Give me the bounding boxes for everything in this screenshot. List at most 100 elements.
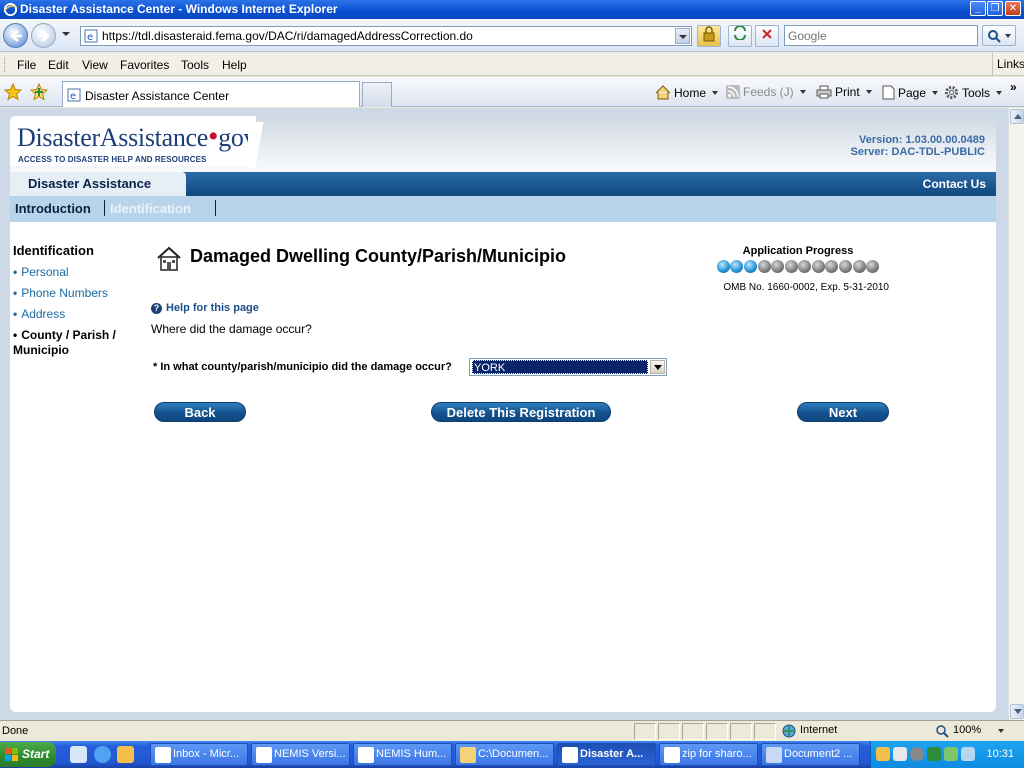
progress-step-pending <box>866 260 880 274</box>
scroll-down-button[interactable] <box>1010 704 1024 719</box>
feeds-command[interactable]: Feeds (J) <box>726 85 806 99</box>
tray-safely-remove-icon[interactable] <box>961 747 975 761</box>
zoom-level[interactable]: 100% <box>953 724 981 736</box>
search-icon <box>988 30 1001 43</box>
chevron-down-icon <box>1005 34 1011 38</box>
arrow-left-icon <box>10 30 22 42</box>
search-input[interactable] <box>788 27 976 44</box>
scroll-up-button[interactable] <box>1010 109 1024 124</box>
new-tab-button[interactable] <box>362 82 392 107</box>
page-menu-icon <box>882 85 895 100</box>
home-command[interactable]: Home <box>655 85 719 100</box>
links-toolbar[interactable]: Links <box>992 53 1024 76</box>
arrow-right-icon <box>38 30 50 42</box>
zoom-icon <box>936 725 949 738</box>
globe-icon <box>782 724 796 738</box>
left-nav-item-personal[interactable]: • Personal <box>13 265 133 280</box>
svg-text:e: e <box>87 32 93 43</box>
task-nemis-version[interactable]: NEMIS Versi... <box>251 743 350 766</box>
window-titlebar: Disaster Assistance Center - Windows Int… <box>0 0 1024 19</box>
print-label: Print <box>835 85 860 99</box>
svg-text:e: e <box>70 91 76 102</box>
feeds-label: Feeds (J) <box>743 85 794 99</box>
feeds-icon <box>726 85 740 99</box>
chevron-down-icon <box>799 90 806 94</box>
tray-shield-icon[interactable] <box>893 747 907 761</box>
url-dropdown-button[interactable] <box>675 28 690 44</box>
site-header: DisasterAssistance•gov ACCESS TO DISASTE… <box>10 116 996 172</box>
more-commands-chevron-icon[interactable]: » <box>1010 80 1017 94</box>
chevron-down-icon[interactable] <box>998 729 1004 733</box>
recent-pages-dropdown[interactable] <box>62 32 70 36</box>
county-select-value: YORK <box>472 360 648 374</box>
site-logo[interactable]: DisasterAssistance•gov ACCESS TO DISASTE… <box>10 116 257 166</box>
stop-button[interactable] <box>755 25 779 47</box>
ie-logo-icon <box>562 747 578 763</box>
menu-favorites[interactable]: Favorites <box>120 58 169 72</box>
back-nav-button[interactable] <box>3 23 28 48</box>
tray-speaker-icon[interactable] <box>910 747 924 761</box>
progress-step-complete <box>730 260 744 274</box>
task-nemis-hum[interactable]: NEMIS Hum... <box>353 743 452 766</box>
task-disaster-assistance[interactable]: Disaster A... <box>557 743 656 766</box>
page-title: Damaged Dwelling County/Parish/Municipio <box>190 246 567 266</box>
task-documents-folder[interactable]: C:\Documen... <box>455 743 554 766</box>
tray-security-icon[interactable] <box>944 747 958 761</box>
step-introduction[interactable]: Introduction <box>15 201 91 216</box>
search-button[interactable] <box>982 25 1016 46</box>
refresh-button[interactable] <box>728 25 752 47</box>
word-icon <box>766 747 782 763</box>
next-button[interactable]: Next <box>797 402 889 422</box>
add-favorite-icon[interactable] <box>30 83 48 101</box>
county-select-arrow[interactable] <box>650 360 665 374</box>
close-button[interactable]: ✕ <box>1005 1 1021 16</box>
version-text: Version: 1.03.00.00.0489 <box>859 134 985 146</box>
windows-taskbar: Start Inbox - Micr... NEMIS Versi... NEM… <box>0 741 1024 768</box>
menu-view[interactable]: View <box>82 58 108 72</box>
search-field[interactable] <box>784 25 978 46</box>
task-zip-for-sharo[interactable]: zip for sharo... <box>659 743 758 766</box>
tab-label: Disaster Assistance Center <box>85 89 230 103</box>
step-divider <box>215 200 216 216</box>
menu-edit[interactable]: Edit <box>48 58 69 72</box>
chevron-up-icon <box>1014 114 1022 119</box>
progress-step-pending <box>811 260 825 274</box>
gear-icon <box>945 86 958 99</box>
lock-button[interactable] <box>697 25 721 47</box>
progress-step-complete <box>743 260 757 274</box>
vertical-scrollbar[interactable] <box>1008 108 1024 720</box>
tab-disaster-assistance[interactable]: e Disaster Assistance Center <box>62 81 360 107</box>
forward-nav-button[interactable] <box>31 23 56 48</box>
menu-bar: File Edit View Favorites Tools Help Link… <box>0 53 1024 76</box>
url-field[interactable]: e https://tdl.disasteraid.fema.gov/DAC/r… <box>80 26 692 46</box>
menu-help[interactable]: Help <box>222 58 247 72</box>
tray-network-icon[interactable] <box>927 747 941 761</box>
left-nav-item-phone-numbers[interactable]: • Phone Numbers <box>13 286 133 301</box>
left-nav-item-address[interactable]: • Address <box>13 307 133 322</box>
back-button[interactable]: Back <box>154 402 246 422</box>
task-document2[interactable]: Document2 ... <box>761 743 860 766</box>
contact-us-link[interactable]: Contact Us <box>923 177 986 191</box>
quicklaunch-outlook-icon[interactable] <box>117 746 134 763</box>
task-inbox[interactable]: Inbox - Micr... <box>150 743 248 766</box>
page-command[interactable]: Page <box>882 85 939 100</box>
step-band: Introduction Identification <box>10 196 996 222</box>
tray-outlook-icon[interactable] <box>876 747 890 761</box>
menu-tools[interactable]: Tools <box>181 58 209 72</box>
progress-step-pending <box>839 260 853 274</box>
favorites-star-icon[interactable] <box>4 83 22 101</box>
minimize-button[interactable]: _ <box>970 1 986 16</box>
delete-registration-button[interactable]: Delete This Registration <box>431 402 611 422</box>
stop-icon <box>762 29 772 39</box>
print-command[interactable]: Print <box>816 85 872 99</box>
help-link[interactable]: ? Help for this page <box>151 302 259 314</box>
step-divider <box>104 200 105 216</box>
quicklaunch-ie-icon[interactable] <box>94 746 111 763</box>
menu-file[interactable]: File <box>17 58 36 72</box>
quicklaunch-desktop-icon[interactable] <box>70 746 87 763</box>
maximize-button[interactable]: ❐ <box>987 1 1003 16</box>
county-select[interactable]: YORK <box>469 358 667 376</box>
tools-command[interactable]: Tools <box>944 85 1003 100</box>
chevron-down-icon <box>654 365 662 370</box>
start-button[interactable]: Start <box>0 742 56 767</box>
